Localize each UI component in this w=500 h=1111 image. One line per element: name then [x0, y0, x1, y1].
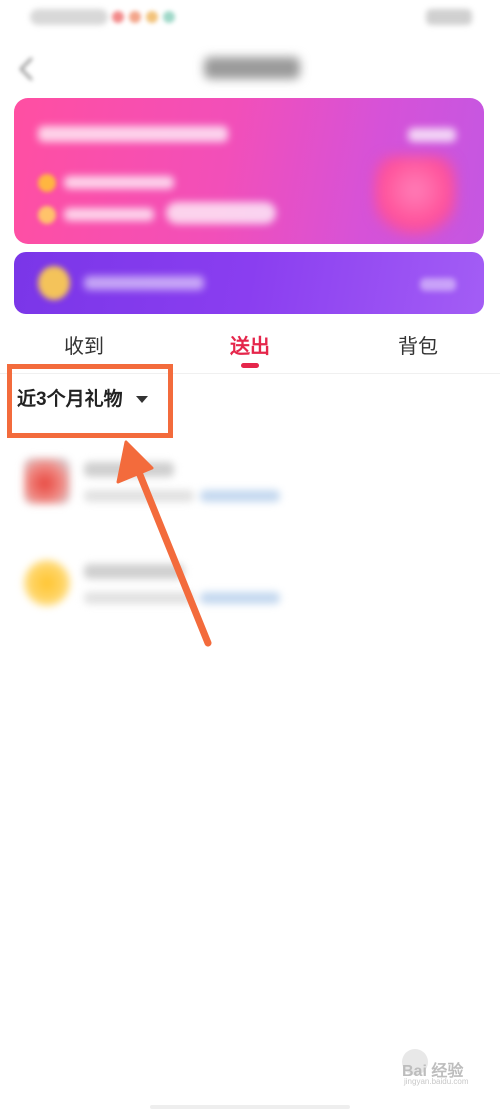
- baidu-jingyan-watermark: Bai 经验 jingyan.baidu.com: [398, 1047, 488, 1086]
- gift-thumbnail: [24, 458, 70, 504]
- tab-received[interactable]: 收到: [60, 332, 108, 362]
- watermark-sub: jingyan.baidu.com: [404, 1077, 469, 1086]
- nav-bar: [0, 38, 500, 100]
- coin-icon: [38, 174, 56, 192]
- gift-box-icon: [374, 156, 456, 242]
- page-title: [204, 57, 300, 79]
- home-indicator: [150, 1105, 350, 1109]
- card-avatars: [166, 202, 276, 224]
- tab-bag[interactable]: 背包: [394, 332, 442, 362]
- list-item[interactable]: [0, 548, 500, 628]
- status-time: [30, 9, 108, 25]
- highlight-annotation: [7, 364, 173, 438]
- gift-date: [84, 490, 194, 502]
- active-tab-indicator: [241, 363, 259, 368]
- card-stat-1: [64, 176, 174, 189]
- gift-recipient-link: [200, 490, 280, 502]
- card-stat-2: [64, 208, 154, 221]
- gift-summary-card[interactable]: [14, 98, 484, 244]
- notification-icons: [112, 11, 175, 23]
- medal-icon: [38, 266, 70, 300]
- notification-icon: [112, 11, 124, 23]
- gift-recipient-link: [200, 592, 280, 604]
- list-item[interactable]: [0, 446, 500, 526]
- card-more-link: [408, 128, 456, 142]
- medal-card[interactable]: [14, 252, 484, 314]
- card-heading: [38, 126, 228, 142]
- coin-icon: [38, 206, 56, 224]
- medal-count: [420, 278, 456, 291]
- status-bar: [0, 0, 500, 38]
- back-icon[interactable]: [16, 56, 38, 82]
- notification-icon: [129, 11, 141, 23]
- gift-name: [84, 564, 184, 579]
- battery-icon: [426, 9, 472, 25]
- tab-sent[interactable]: 送出: [226, 332, 274, 362]
- notification-icon: [163, 11, 175, 23]
- gift-thumbnail: [24, 560, 70, 606]
- gift-date: [84, 592, 194, 604]
- notification-icon: [146, 11, 158, 23]
- gift-name: [84, 462, 174, 477]
- medal-text: [84, 276, 204, 290]
